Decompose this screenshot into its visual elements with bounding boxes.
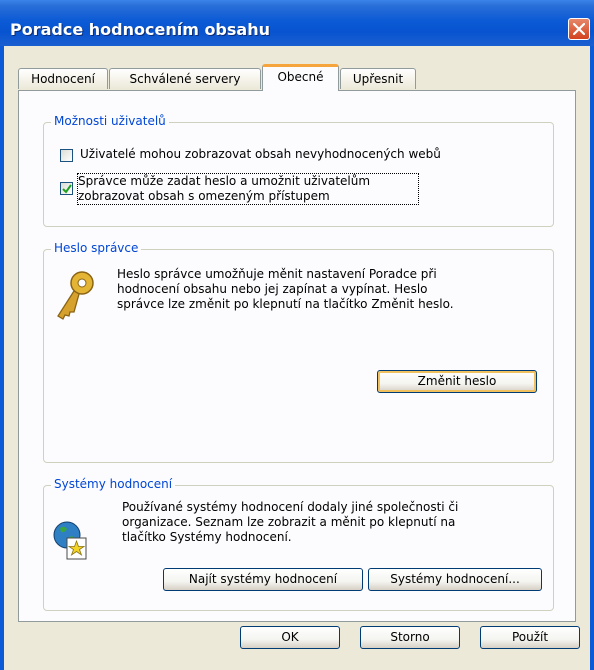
tab-label: Schválené servery — [129, 72, 241, 86]
rating-systems-group: Systémy hodnocení Používané systémy hodn… — [43, 477, 554, 611]
tab-panel-general: Možnosti uživatelů Uživatelé mohou zobra… — [18, 90, 576, 622]
title-bar[interactable]: Poradce hodnocením obsahu — [0, 0, 594, 46]
button-label: Storno — [390, 630, 430, 644]
button-label: Systémy hodnocení... — [390, 572, 520, 586]
find-rating-systems-button[interactable]: Najít systémy hodnocení — [163, 568, 363, 591]
unrated-sites-label[interactable]: Uživatelé mohou zobrazovat obsah nevyhod… — [80, 147, 441, 162]
description-line: tlačítko Systémy hodnocení. — [122, 530, 292, 544]
tab-hodnoceni[interactable]: Hodnocení — [18, 68, 108, 89]
tab-label: Upřesnit — [352, 72, 404, 86]
tab-label: Hodnocení — [31, 72, 95, 86]
tab-label: Obecné — [277, 70, 324, 84]
key-icon — [57, 271, 94, 320]
admin-override-checkbox[interactable] — [60, 182, 73, 195]
tab-schvalene-servery[interactable]: Schválené servery — [109, 68, 261, 89]
button-label: Najít systémy hodnocení — [188, 572, 338, 586]
group-legend: Heslo správce — [51, 241, 142, 255]
button-label: OK — [281, 630, 299, 644]
close-button[interactable] — [568, 18, 590, 40]
description-line: Heslo správce umožňuje měnit nastavení P… — [117, 267, 437, 281]
button-label: Změnit heslo — [417, 374, 497, 388]
user-options-group: Možnosti uživatelů Uživatelé mohou zobra… — [43, 114, 554, 227]
admin-override-label-line2: zobrazovat obsah s omezeným přístupem — [78, 189, 330, 203]
ok-button[interactable]: OK — [240, 626, 340, 649]
dialog-client-area: Hodnocení Schválené servery Obecné Upřes… — [4, 46, 590, 670]
window-title: Poradce hodnocením obsahu — [10, 20, 270, 39]
tab-obecne[interactable]: Obecné — [262, 64, 339, 91]
checkmark-icon — [62, 184, 72, 194]
globe-star-icon — [53, 521, 87, 560]
description-line: hodnocení obsahu nebo jej zapínat a vypí… — [117, 282, 428, 296]
cancel-button[interactable]: Storno — [360, 626, 460, 649]
description-line: správce lze změnit po klepnutí na tlačít… — [117, 297, 454, 311]
admin-password-group: Heslo správce Heslo správce umožňuje měn… — [43, 241, 554, 463]
admin-override-label[interactable]: Správce může zadat heslo a umožnit uživa… — [77, 173, 419, 205]
close-icon — [573, 23, 585, 35]
admin-password-description: Heslo správce umožňuje měnit nastavení P… — [117, 267, 454, 312]
rating-systems-button[interactable]: Systémy hodnocení... — [368, 568, 542, 591]
group-legend: Možnosti uživatelů — [51, 114, 169, 128]
change-password-button[interactable]: Změnit heslo — [377, 370, 537, 393]
group-legend: Systémy hodnocení — [51, 477, 176, 491]
admin-override-label-line1: Správce může zadat heslo a umožnit uživa… — [78, 174, 371, 188]
apply-button[interactable]: Použít — [480, 626, 580, 649]
unrated-sites-checkbox[interactable] — [60, 149, 73, 162]
description-line: Používané systémy hodnocení dodaly jiné … — [122, 500, 459, 514]
tab-upresnit[interactable]: Upřesnit — [340, 68, 416, 89]
description-line: organizace. Seznam lze zobrazit a měnit … — [122, 515, 456, 529]
rating-systems-description: Používané systémy hodnocení dodaly jiné … — [122, 500, 458, 545]
window-frame-right — [590, 46, 594, 670]
dialog-window: Poradce hodnocením obsahu Hodnocení Schv… — [0, 0, 594, 670]
button-label: Použít — [511, 630, 549, 644]
